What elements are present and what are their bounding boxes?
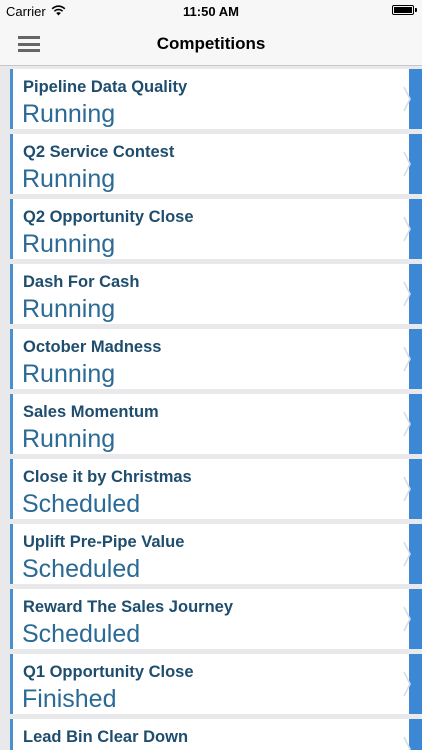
- list-item[interactable]: Reward The Sales Journey Scheduled: [10, 589, 422, 649]
- list-item[interactable]: Lead Bin Clear Down: [10, 719, 422, 750]
- competition-name: Close it by Christmas: [23, 468, 192, 486]
- competition-name: Dash For Cash: [23, 273, 140, 291]
- competition-status: Scheduled: [22, 620, 141, 648]
- status-time: 11:50 AM: [183, 4, 239, 19]
- competition-name: October Madness: [23, 338, 162, 356]
- chevron-right-icon: [403, 476, 411, 502]
- disclosure-tab[interactable]: [403, 199, 422, 259]
- chevron-right-icon: [403, 736, 411, 750]
- disclosure-tab[interactable]: [403, 719, 422, 750]
- list-item[interactable]: October Madness Running: [10, 329, 422, 389]
- disclosure-tab[interactable]: [403, 69, 422, 129]
- disclosure-tab[interactable]: [403, 329, 422, 389]
- chevron-right-icon: [403, 86, 411, 112]
- competition-status: Running: [22, 230, 116, 258]
- competition-status: Running: [22, 165, 116, 193]
- list-item[interactable]: Q1 Opportunity Close Finished: [10, 654, 422, 714]
- competition-status: Running: [22, 360, 116, 388]
- disclosure-tab[interactable]: [403, 394, 422, 454]
- competition-name: Uplift Pre-Pipe Value: [23, 533, 185, 551]
- competition-name: Sales Momentum: [23, 403, 159, 421]
- disclosure-tab[interactable]: [403, 264, 422, 324]
- competition-list[interactable]: Pipeline Data Quality Running Q2 Service C…: [0, 69, 422, 750]
- chevron-right-icon: [403, 541, 411, 567]
- competition-status: Running: [22, 425, 116, 453]
- list-item[interactable]: Close it by Christmas Scheduled: [10, 459, 422, 519]
- nav-bar: Competitions: [0, 22, 422, 66]
- chevron-right-icon: [403, 346, 411, 372]
- competition-name: Q2 Service Contest: [23, 143, 175, 161]
- competition-name: Q2 Opportunity Close: [23, 208, 194, 226]
- disclosure-tab[interactable]: [403, 134, 422, 194]
- chevron-right-icon: [403, 671, 411, 697]
- page-title: Competitions: [156, 34, 266, 53]
- competition-name: Lead Bin Clear Down: [23, 728, 189, 746]
- competition-name: Reward The Sales Journey: [23, 598, 233, 616]
- list-item[interactable]: Pipeline Data Quality Running: [10, 69, 422, 129]
- disclosure-tab[interactable]: [403, 654, 422, 714]
- disclosure-tab[interactable]: [403, 524, 422, 584]
- list-item[interactable]: Dash For Cash Running: [10, 264, 422, 324]
- chevron-right-icon: [403, 151, 411, 177]
- chevron-right-icon: [403, 281, 411, 307]
- status-bar: Carrier 11:50 AM: [0, 0, 422, 22]
- list-item[interactable]: Q2 Service Contest Running: [10, 134, 422, 194]
- chevron-right-icon: [403, 606, 411, 632]
- battery-icon: [392, 5, 417, 15]
- competition-name: Q1 Opportunity Close: [23, 663, 194, 681]
- list-item[interactable]: Uplift Pre-Pipe Value Scheduled: [10, 524, 422, 584]
- list-item[interactable]: Sales Momentum Running: [10, 394, 422, 454]
- competition-name: Pipeline Data Quality: [23, 78, 188, 96]
- competition-status: Scheduled: [22, 555, 141, 583]
- competition-status: Running: [22, 295, 116, 323]
- chevron-right-icon: [403, 411, 411, 437]
- disclosure-tab[interactable]: [403, 589, 422, 649]
- chevron-right-icon: [403, 216, 411, 242]
- competition-status: Finished: [22, 685, 117, 713]
- disclosure-tab[interactable]: [403, 459, 422, 519]
- list-item[interactable]: Q2 Opportunity Close Running: [10, 199, 422, 259]
- competition-status: Scheduled: [22, 490, 141, 518]
- competition-status: Running: [22, 100, 116, 128]
